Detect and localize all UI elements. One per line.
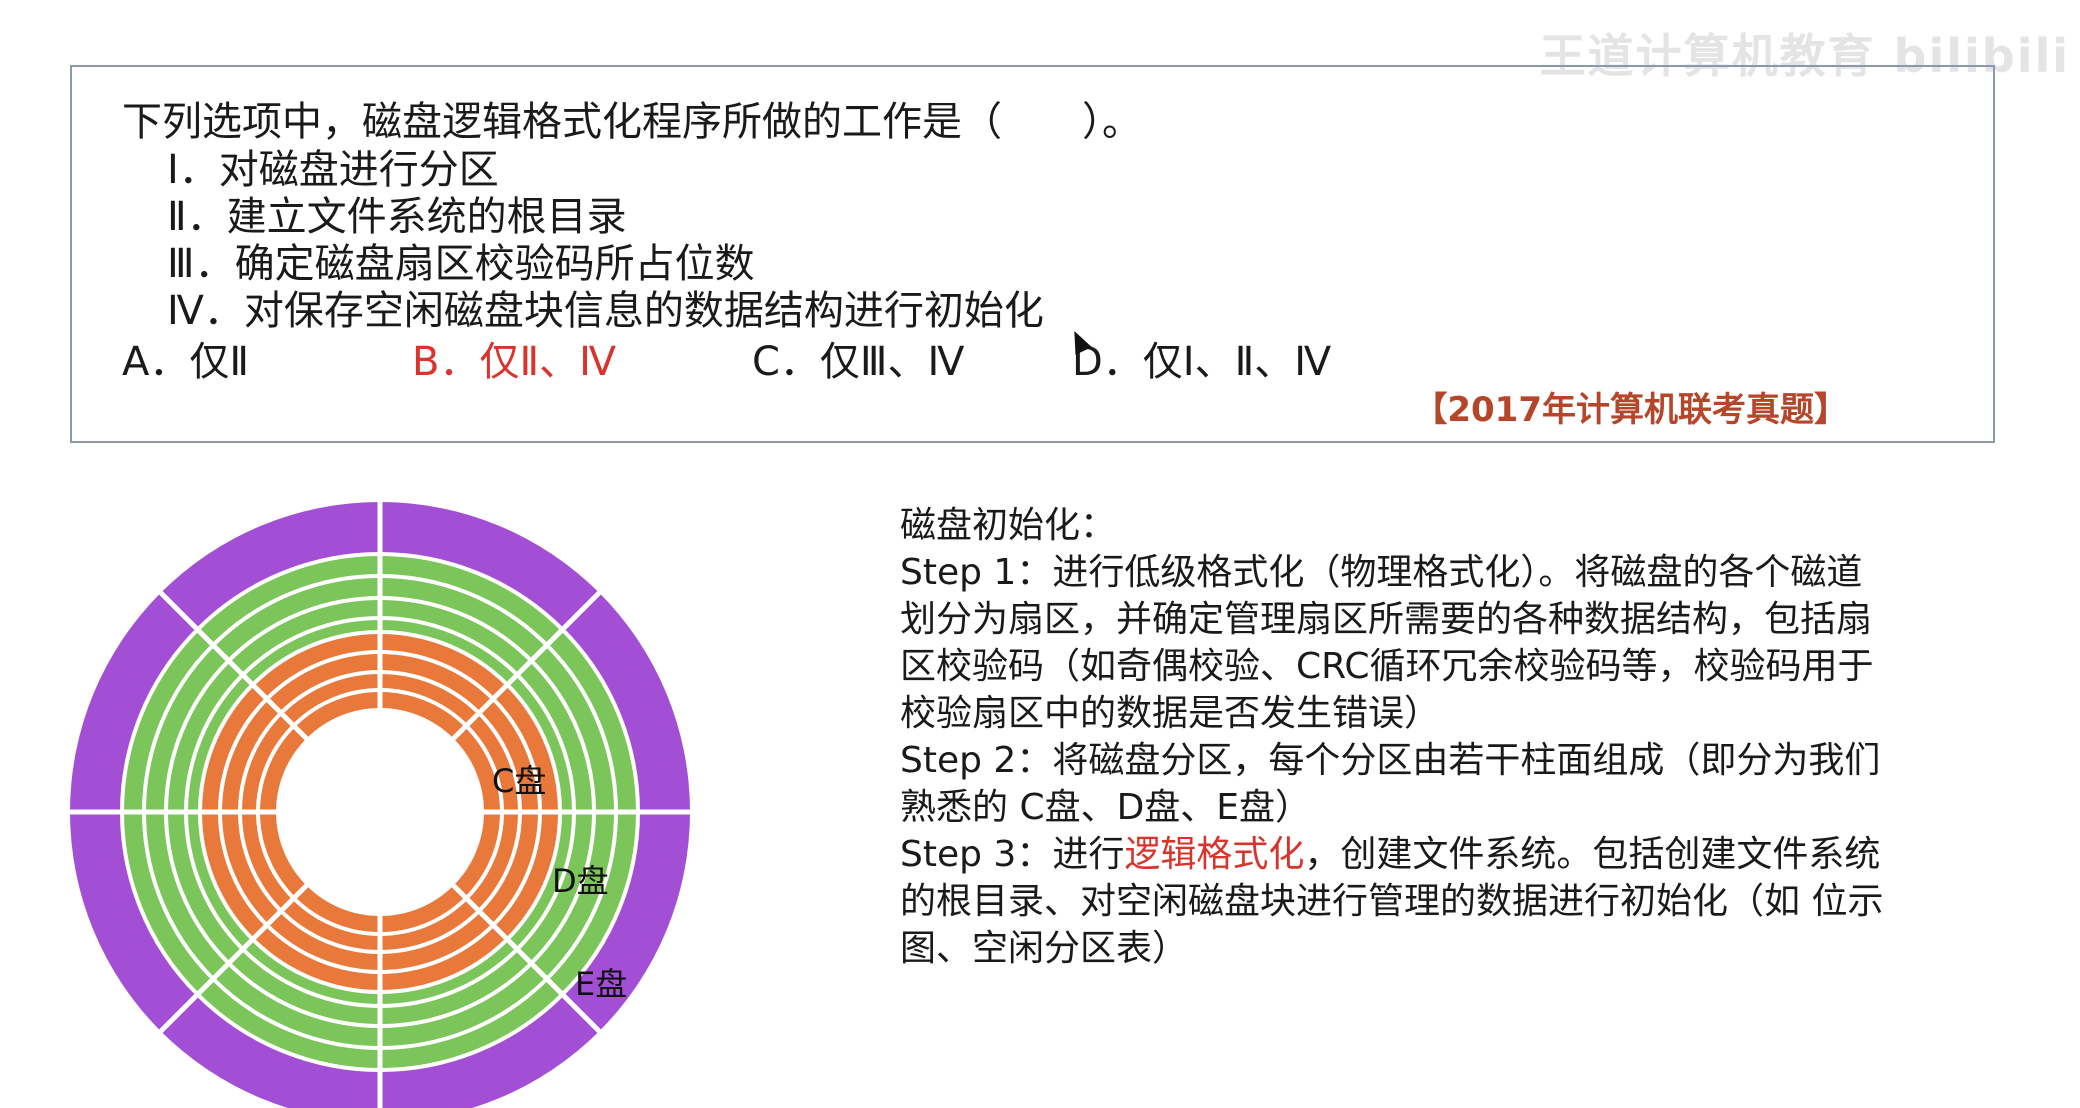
explanation-line: 划分为扇区，并确定管理扇区所需要的各种数据结构，包括扇 [900, 599, 1873, 640]
option-c: C．仅Ⅲ、Ⅳ [752, 339, 965, 385]
step3-suffix: ，创建文件系统。包括创建文件系统 [1304, 834, 1881, 875]
exam-source: 【2017年计算机联考真题】 [1413, 390, 1848, 430]
option-a: A．仅Ⅱ [122, 339, 250, 385]
explanation-line: Step 2：将磁盘分区，每个分区由若干柱面组成（即分为我们 [900, 740, 1881, 781]
question-box: 下列选项中，磁盘逻辑格式化程序所做的工作是（ ）。 Ⅰ．对磁盘进行分区 Ⅱ．建立… [70, 65, 1995, 443]
explanation-line: 图、空闲分区表） [900, 928, 1189, 969]
step3-highlight: 逻辑格式化 [1124, 834, 1305, 875]
explanation-line: 熟悉的 C盘、D盘、E盘） [900, 787, 1312, 828]
option-d: D．仅Ⅰ、Ⅱ、Ⅳ [1072, 339, 1332, 385]
label-c-drive: C盘 [492, 762, 546, 800]
disk-spindle-hole [276, 708, 484, 916]
explanation-line: Step 1：进行低级格式化（物理格式化）。将磁盘的各个磁道 [900, 552, 1863, 593]
explanation-line: 校验扇区中的数据是否发生错误） [900, 693, 1441, 734]
explanation-line: 的根目录、对空闲磁盘块进行管理的数据进行初始化（如 位示 [900, 881, 1884, 922]
explanation-step3: Step 3：进行逻辑格式化，创建文件系统。包括创建文件系统 [900, 831, 2000, 878]
disk-partition-diagram: C盘 D盘 E盘 [68, 500, 692, 1108]
explanation-heading: 磁盘初始化： [900, 505, 1117, 546]
label-e-drive: E盘 [575, 965, 627, 1003]
option-b-correct: B．仅Ⅱ、Ⅳ [412, 339, 617, 385]
explanation-line: 区校验码（如奇偶校验、CRC循环冗余校验码等，校验码用于 [900, 646, 1874, 687]
explanation-panel: 磁盘初始化： Step 1：进行低级格式化（物理格式化）。将磁盘的各个磁道 划分… [900, 502, 2000, 972]
question-item-4: Ⅳ．对保存空闲磁盘块信息的数据结构进行初始化 [167, 288, 1044, 334]
step3-prefix: Step 3：进行 [900, 834, 1125, 875]
label-d-drive: D盘 [552, 862, 609, 900]
